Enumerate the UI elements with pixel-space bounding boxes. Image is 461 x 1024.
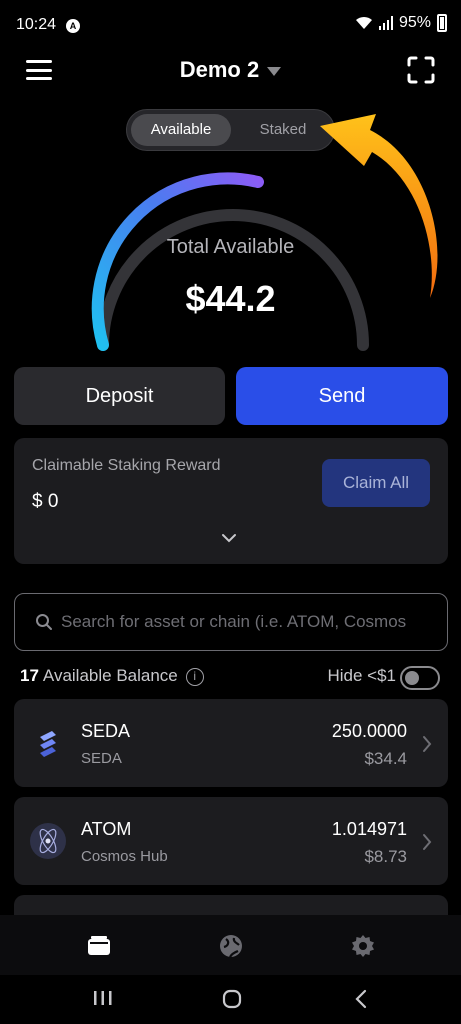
home-icon[interactable] <box>221 989 243 1009</box>
asset-usd-value: $8.73 <box>364 847 407 866</box>
staking-reward-card: Claimable Staking Reward $ 0 Claim All <box>14 438 448 564</box>
signal-icon <box>378 16 393 30</box>
chevron-right-icon <box>423 736 432 752</box>
asset-chain: SEDA <box>81 750 122 767</box>
balance-header: 17 Available Balance i Hide <$1 <box>20 666 440 690</box>
hide-small-label: Hide <$1 <box>327 666 396 685</box>
asset-symbol: ATOM <box>81 819 132 839</box>
staking-reward-title: Claimable Staking Reward <box>32 457 221 474</box>
caret-down-icon <box>267 66 282 76</box>
asset-search <box>14 593 448 651</box>
asset-row-atom[interactable]: ATOM Cosmos Hub 1.014971 $8.73 <box>14 797 448 885</box>
asset-row-seda[interactable]: SEDA SEDA 250.0000 $34.4 <box>14 699 448 787</box>
cosmos-logo-icon <box>30 823 66 859</box>
battery-icon <box>437 14 447 32</box>
tab-available[interactable]: Available <box>131 114 231 146</box>
wallet-name: Demo 2 <box>179 57 260 82</box>
header: Demo 2 <box>0 52 461 92</box>
chevron-down-icon[interactable] <box>221 533 237 543</box>
status-icons: 95% <box>355 14 447 32</box>
globe-tab-icon[interactable] <box>218 933 244 959</box>
asset-count: 17 <box>20 666 39 685</box>
balance-label: Available Balance <box>42 666 178 685</box>
total-value: $44.2 <box>185 278 276 319</box>
search-input[interactable] <box>61 594 441 650</box>
back-icon[interactable] <box>354 989 368 1009</box>
recent-apps-icon[interactable] <box>92 989 114 1007</box>
wallet-tab-icon[interactable] <box>86 933 112 959</box>
claim-all-button[interactable]: Claim All <box>322 459 430 507</box>
asset-amount: 250.0000 <box>331 721 407 741</box>
scan-icon[interactable] <box>407 56 435 84</box>
wifi-icon <box>355 16 372 29</box>
balance-gauge <box>91 172 369 351</box>
asset-chain: Cosmos Hub <box>81 848 168 865</box>
battery-percent: 95% <box>398 14 431 31</box>
app-notification-icon: A <box>66 19 80 33</box>
status-time: 10:24 <box>16 16 57 33</box>
wallet-selector[interactable]: Demo 2 <box>0 57 461 83</box>
settings-tab-icon[interactable] <box>350 933 376 959</box>
chevron-right-icon <box>423 834 432 850</box>
seda-logo-icon <box>40 731 56 757</box>
staking-reward-amount: $ 0 <box>32 491 59 512</box>
total-label: Total Available <box>166 236 295 258</box>
hide-small-toggle[interactable] <box>400 666 440 690</box>
send-button[interactable]: Send <box>236 367 448 425</box>
search-icon <box>36 614 52 630</box>
asset-symbol: SEDA <box>81 721 131 741</box>
status-bar: 10:24 A 95% <box>0 0 461 48</box>
bottom-nav <box>0 915 461 975</box>
info-icon[interactable]: i <box>185 667 204 686</box>
system-nav-bar <box>0 975 461 1024</box>
asset-amount: 1.014971 <box>331 819 407 839</box>
deposit-button[interactable]: Deposit <box>14 367 225 425</box>
asset-usd-value: $34.4 <box>364 749 407 768</box>
